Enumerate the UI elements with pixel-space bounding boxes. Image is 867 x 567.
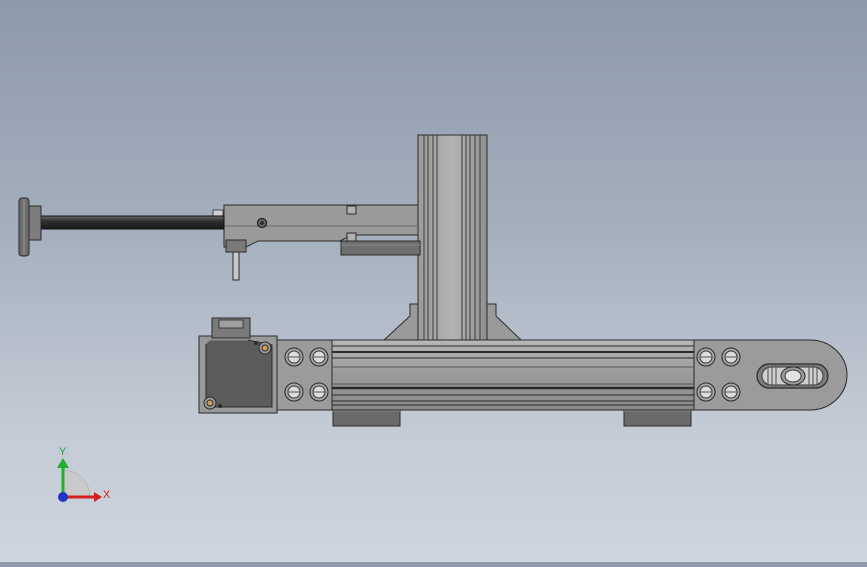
horizontal-arm-assembly[interactable] [18, 197, 421, 281]
cad-model-canvas[interactable]: Y X [0, 0, 867, 562]
probe-housing [225, 239, 247, 253]
arm-set-screw [212, 209, 224, 217]
guide-rod [37, 215, 225, 230]
triad-xy-plane-arc [62, 469, 91, 498]
cad-graphics-viewport[interactable]: Y X [0, 0, 867, 562]
triad-x-arrow [94, 492, 102, 502]
vertical-column-assembly[interactable] [382, 134, 523, 342]
idler-pulley [756, 363, 829, 389]
arm-slot-top [346, 205, 357, 215]
stepper-motor [198, 317, 278, 414]
column-base-bracket-right [485, 303, 523, 341]
triad-y-label: Y [59, 446, 67, 458]
arm-slot-bottom [346, 232, 357, 242]
reference-triad: Y X [57, 446, 111, 502]
base-rail [331, 339, 695, 411]
probe-pin [232, 251, 240, 281]
arm-carriage-block [340, 240, 421, 256]
triad-y-arrow [57, 458, 69, 468]
triad-x-label: X [103, 489, 111, 501]
base-linear-module[interactable] [198, 317, 848, 427]
column-base-bracket-left [382, 303, 421, 341]
triad-z-axis [58, 492, 68, 502]
